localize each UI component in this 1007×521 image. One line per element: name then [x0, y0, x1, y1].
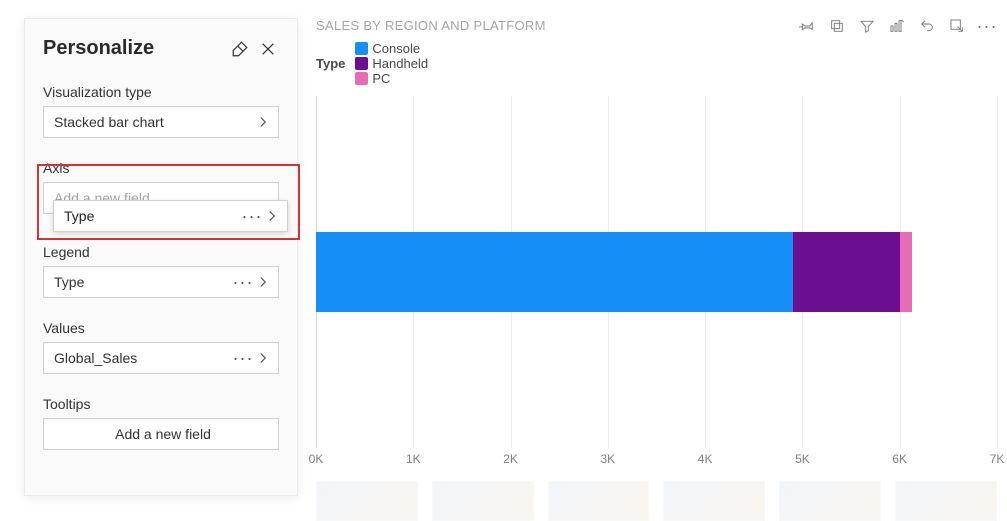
eraser-icon[interactable] [229, 38, 251, 60]
thumbnails-strip [316, 481, 997, 521]
pin-icon[interactable] [797, 16, 817, 36]
axis-tick-label: 5K [795, 452, 810, 466]
visual-toolbar: ··· [797, 16, 997, 36]
legend-field-well[interactable]: Type ··· [43, 266, 279, 298]
axis-tick-label: 3K [601, 452, 616, 466]
chevron-right-icon [254, 273, 272, 291]
thumbnail[interactable] [548, 481, 650, 521]
axis-tick-label: 0K [309, 452, 324, 466]
section-visualization-type: Visualization type Stacked bar chart [43, 84, 279, 138]
drag-field-pill[interactable]: Type ··· [53, 200, 288, 232]
legend-label: Handheld [372, 56, 428, 71]
section-values: Values Global_Sales ··· [43, 320, 279, 374]
drag-field-label: Type [64, 208, 241, 224]
more-icon[interactable]: ··· [977, 16, 997, 36]
chevron-right-icon [254, 349, 272, 367]
filter-icon[interactable] [857, 16, 877, 36]
personalize-icon[interactable] [887, 16, 907, 36]
chart-plot-area[interactable]: 0K1K2K3K4K5K6K7K [316, 96, 997, 466]
close-icon[interactable] [257, 38, 279, 60]
legend-item[interactable]: Console [355, 41, 428, 56]
legend-swatch [355, 57, 368, 70]
axis-tick-label: 6K [892, 452, 907, 466]
thumbnail[interactable] [316, 481, 418, 521]
axis-tick-label: 4K [698, 452, 713, 466]
tooltips-add-field[interactable]: Add a new field [43, 418, 279, 450]
axis-tick-label: 7K [990, 452, 1005, 466]
panel-header: Personalize [43, 37, 279, 60]
bar-segment-handheld[interactable] [793, 232, 900, 312]
focus-icon[interactable] [947, 16, 967, 36]
axis-tick-label: 1K [406, 452, 421, 466]
legend-swatch [355, 42, 368, 55]
panel-title: Personalize [43, 37, 223, 60]
thumbnail[interactable] [779, 481, 881, 521]
bar-segment-console[interactable] [316, 232, 793, 312]
section-label: Visualization type [43, 84, 279, 100]
values-field-well[interactable]: Global_Sales ··· [43, 342, 279, 374]
undo-icon[interactable] [917, 16, 937, 36]
stacked-bar [316, 232, 997, 312]
section-label: Tooltips [43, 396, 279, 412]
chevron-right-icon [263, 207, 281, 225]
chart-visual: SALES BY REGION AND PLATFORM ··· Type Co… [316, 18, 997, 477]
axis-tick-label: 2K [503, 452, 518, 466]
add-field-label: Add a new field [115, 426, 211, 442]
chevron-right-icon [254, 113, 272, 131]
section-legend: Legend Type ··· [43, 244, 279, 298]
copy-icon[interactable] [827, 16, 847, 36]
field-value: Type [54, 274, 232, 290]
personalize-panel: Personalize Visualization type Stacked b… [24, 18, 298, 496]
legend-item[interactable]: PC [355, 71, 428, 86]
legend-label: PC [372, 71, 390, 86]
section-label: Legend [43, 244, 279, 260]
thumbnail[interactable] [432, 481, 534, 521]
legend-item[interactable]: Handheld [355, 56, 428, 71]
x-axis-labels: 0K1K2K3K4K5K6K7K [316, 448, 997, 466]
field-value: Stacked bar chart [54, 114, 254, 130]
section-label: Values [43, 320, 279, 336]
bar-segment-pc[interactable] [900, 232, 913, 312]
field-value: Global_Sales [54, 350, 232, 366]
legend-label: Console [372, 41, 420, 56]
section-label: Axis [43, 160, 279, 176]
section-tooltips: Tooltips Add a new field [43, 396, 279, 450]
thumbnail[interactable] [663, 481, 765, 521]
chart-legend: Type ConsoleHandheldPC [316, 41, 997, 86]
visualization-type-select[interactable]: Stacked bar chart [43, 106, 279, 138]
thumbnail[interactable] [895, 481, 997, 521]
legend-title: Type [316, 56, 345, 71]
legend-swatch [355, 72, 368, 85]
